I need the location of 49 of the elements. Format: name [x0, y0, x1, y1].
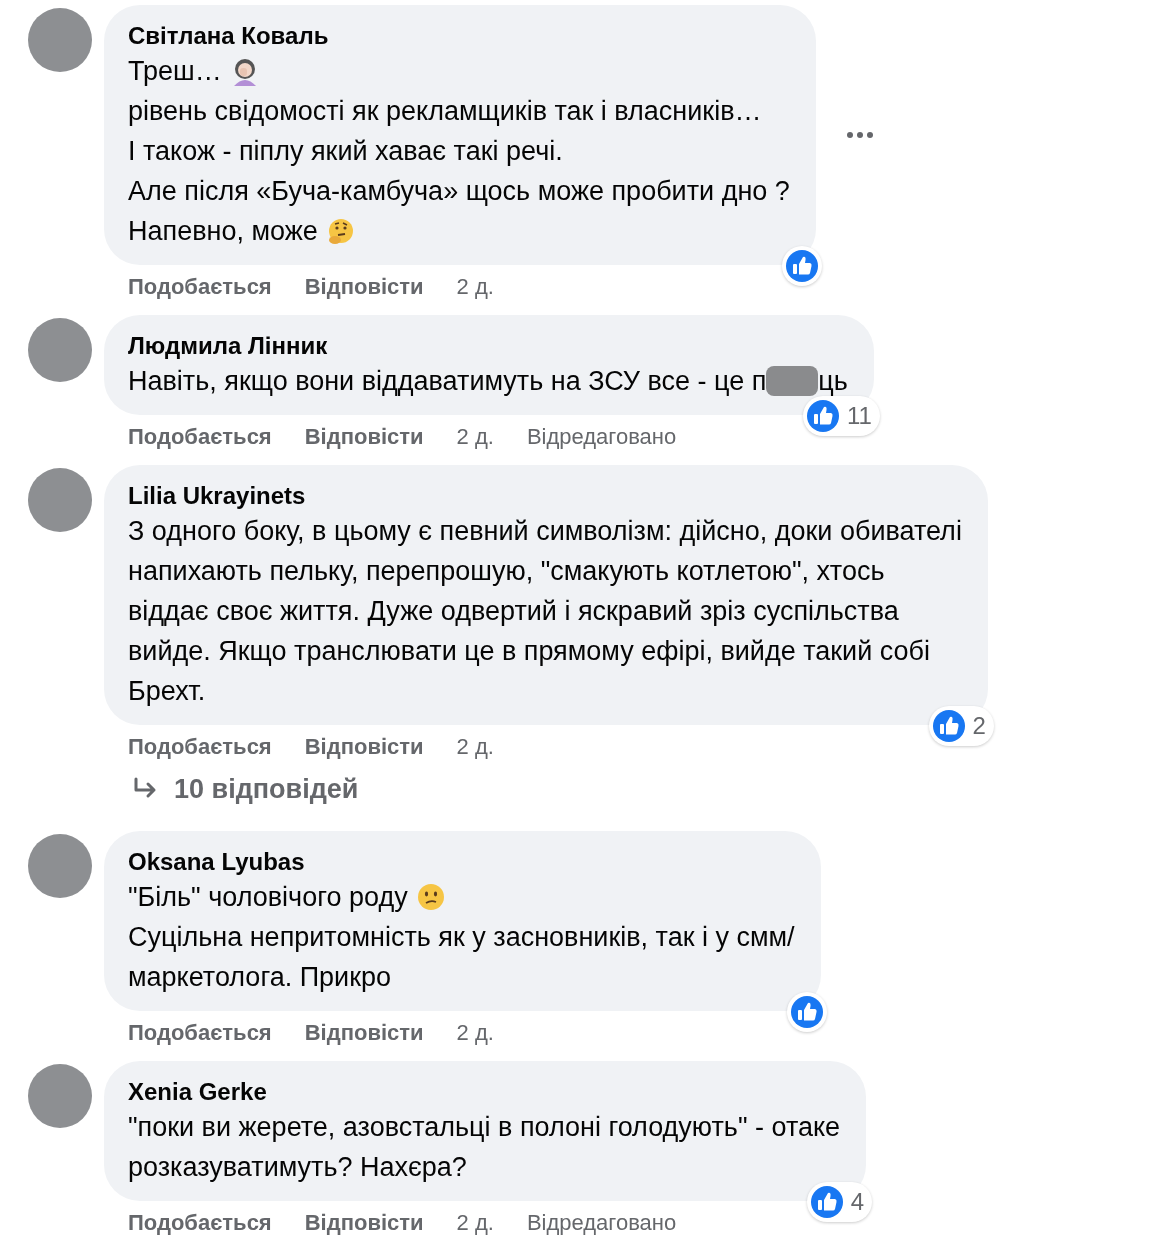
comment-text: "поки ви жерете, азовстальці в полоні голодують" - отаке	[128, 1111, 841, 1144]
comment-text: Навіть, якщо вони віддаватимуть на ЗСУ все - це п	[128, 365, 767, 398]
reaction-badge[interactable]: 11	[802, 396, 880, 436]
timestamp[interactable]: 2 д.	[456, 1020, 494, 1046]
reaction-badge[interactable]	[781, 246, 822, 286]
like-link[interactable]: Подобається	[128, 274, 272, 300]
comment-text: І також - піплу який хаває такі речі.	[128, 135, 563, 168]
reply-link[interactable]: Відповісти	[304, 1210, 424, 1236]
reply-link[interactable]: Відповісти	[304, 274, 424, 300]
timestamp[interactable]: 2 д.	[456, 1210, 494, 1236]
comment-text: Але після «Буча-камбуча» щось може пробити дно ?	[128, 175, 790, 208]
author-name[interactable]: Xenia Gerke	[128, 1077, 841, 1107]
comment-text: "Біль" чоловічого роду	[128, 881, 408, 914]
reply-link[interactable]: Відповісти	[304, 424, 424, 450]
edited-label: Відредаговано	[526, 424, 677, 450]
comment-text: напихають пельку, перепрошую, "смакують котлетою", хтось	[128, 555, 885, 588]
view-replies-link[interactable]: 10 відповідей	[174, 773, 359, 805]
comment-text: Брехт.	[128, 675, 206, 708]
comment-text: рівень свідомості як рекламщиків так і власників…	[128, 95, 762, 128]
author-name[interactable]: Людмила Лінник	[128, 331, 848, 361]
like-link[interactable]: Подобається	[128, 1210, 272, 1236]
timestamp[interactable]: 2 д.	[456, 274, 494, 300]
comment-text: З одного боку, в цьому є певний символізм: дійсно, доки обивателі	[128, 515, 962, 548]
comment-text: вийде. Якщо транслювати це в прямому ефірі, вийде такий собі	[128, 635, 931, 668]
timestamp[interactable]: 2 д.	[456, 734, 494, 760]
like-icon	[781, 246, 822, 286]
like-icon	[786, 992, 827, 1032]
author-name[interactable]: Oksana Lyubas	[128, 847, 795, 877]
reaction-badge[interactable]: 2	[928, 706, 994, 746]
reaction-badge[interactable]	[786, 992, 827, 1032]
reply-link[interactable]: Відповісти	[304, 734, 424, 760]
comment-text: розказуватимуть? Нахєра?	[128, 1151, 467, 1184]
reaction-badge[interactable]: 4	[806, 1182, 873, 1222]
timestamp[interactable]: 2 д.	[456, 424, 494, 450]
comment-text: маркетолога. Прикро	[128, 961, 391, 994]
comment-text: Напевно, може	[128, 215, 318, 248]
edited-label: Відредаговано	[526, 1210, 677, 1236]
censor-blur	[766, 366, 819, 396]
like-link[interactable]: Подобається	[128, 1020, 272, 1046]
comment-text: віддає своє життя. Дуже одвертий і яскравий зріз суспільства	[128, 595, 899, 628]
comment-text: ць	[818, 365, 848, 398]
comment-text: Треш…	[128, 55, 222, 88]
reply-link[interactable]: Відповісти	[304, 1020, 424, 1046]
author-name[interactable]: Lilia Ukrayinets	[128, 481, 962, 511]
confused-emoji-icon	[415, 882, 446, 912]
comment-text: Суцільна непритомність як у засновників, так і у смм/	[128, 921, 795, 954]
author-name[interactable]: Світлана Коваль	[128, 21, 790, 51]
like-link[interactable]: Подобається	[128, 424, 272, 450]
like-link[interactable]: Подобається	[128, 734, 272, 760]
